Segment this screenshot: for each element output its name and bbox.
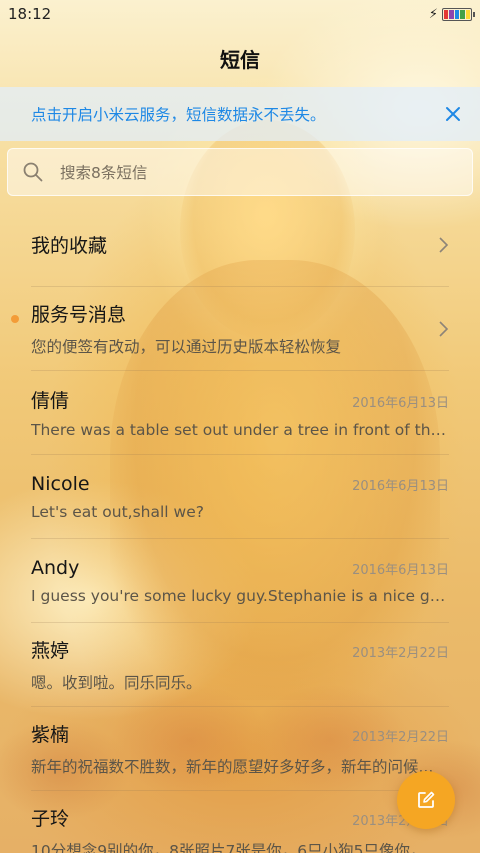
row-header: 我的收藏	[31, 231, 449, 258]
search-input[interactable]: 搜索8条短信	[7, 148, 473, 196]
message-preview: 您的便签有改动，可以通过历史版本轻松恢复	[31, 338, 342, 356]
conversation-row[interactable]: Andy 2016年6月13日 I guess you're some lucky …	[31, 539, 449, 623]
contact-name: 我的收藏	[31, 235, 108, 257]
status-time: 18:12	[8, 5, 52, 23]
search-bar[interactable]: 搜索8条短信	[7, 148, 473, 196]
close-icon[interactable]	[440, 101, 466, 127]
row-header: 倩倩 2016年6月13日	[31, 386, 449, 413]
status-icons: ⚡	[428, 6, 475, 22]
contact-name: 紫楠	[31, 724, 70, 746]
compose-icon	[418, 791, 435, 808]
message-date: 2016年6月13日	[352, 396, 449, 411]
battery-segment	[449, 9, 454, 19]
contact-name: 倩倩	[31, 390, 70, 412]
conversation-row[interactable]: 我的收藏	[31, 203, 449, 287]
chevron-right-icon	[439, 236, 449, 253]
chevron-right-icon	[439, 320, 449, 337]
message-preview: 新年的祝福数不胜数，新年的愿望好多好多，新年的问候...	[31, 758, 434, 776]
row-header: 紫楠 2013年2月22日	[31, 720, 449, 747]
conversation-row[interactable]: 倩倩 2016年6月13日 There was a table set out un…	[31, 371, 449, 455]
row-header: Nicole 2016年6月13日	[31, 473, 449, 495]
conversation-list: 我的收藏服务号消息您的便签有改动，可以通过历史版本轻松恢复倩倩 2016年6月13…	[0, 203, 480, 853]
lightning-bolt-icon: ⚡	[428, 6, 438, 22]
row-header: 燕婷 2013年2月22日	[31, 636, 449, 663]
contact-name: 服务号消息	[31, 304, 127, 326]
unread-dot	[11, 315, 19, 323]
search-placeholder: 搜索8条短信	[60, 164, 148, 182]
conversation-row[interactable]: 子玲 2013年2月22日 10分想念9别的你，8张照片7张是你，6只小狗5只像你，…	[31, 791, 449, 853]
conversation-row[interactable]: Nicole 2016年6月13日 Let's eat out,shall we?	[31, 455, 449, 539]
page-title: 短信	[220, 47, 260, 72]
message-date: 2013年2月22日	[352, 646, 449, 661]
contact-name: Nicole	[31, 472, 90, 495]
message-preview: I guess you're some lucky guy.Stephanie …	[31, 586, 449, 605]
contact-name: 子玲	[31, 808, 70, 830]
message-preview: 嗯。收到啦。同乐同乐。	[31, 674, 202, 692]
conversation-row[interactable]: 服务号消息您的便签有改动，可以通过历史版本轻松恢复	[11, 287, 449, 371]
message-date: 2013年2月22日	[352, 730, 449, 745]
conversation-row[interactable]: 燕婷 2013年2月22日嗯。收到啦。同乐同乐。	[31, 623, 449, 707]
contact-name: 燕婷	[31, 640, 70, 662]
message-date: 2016年6月13日	[352, 562, 449, 578]
title-bar: 短信	[0, 30, 480, 86]
row-header: 子玲 2013年2月22日	[31, 804, 449, 831]
row-header: 服务号消息	[31, 300, 449, 327]
message-preview: 10分想念9别的你，8张照片7张是你，6只小狗5只像你，4...	[31, 842, 449, 853]
battery-segment	[454, 9, 460, 19]
status-bar: 18:12 ⚡	[0, 0, 480, 28]
battery-segment	[444, 9, 449, 19]
search-icon	[23, 162, 43, 182]
banner-text[interactable]: 点击开启小米云服务，短信数据永不丢失。	[31, 103, 440, 125]
message-preview: Let's eat out,shall we?	[31, 502, 204, 521]
conversation-row[interactable]: 紫楠 2013年2月22日新年的祝福数不胜数，新年的愿望好多好多，新年的问候...	[31, 707, 449, 791]
battery-icon	[442, 7, 475, 21]
battery-segment	[465, 9, 471, 19]
message-date: 2016年6月13日	[352, 478, 449, 494]
row-header: Andy 2016年6月13日	[31, 557, 449, 579]
compose-button[interactable]	[397, 771, 455, 829]
cloud-service-banner[interactable]: 点击开启小米云服务，短信数据永不丢失。	[0, 87, 480, 141]
message-preview: There was a table set out under a tree i…	[31, 421, 449, 439]
battery-segment	[460, 9, 465, 19]
contact-name: Andy	[31, 556, 80, 579]
